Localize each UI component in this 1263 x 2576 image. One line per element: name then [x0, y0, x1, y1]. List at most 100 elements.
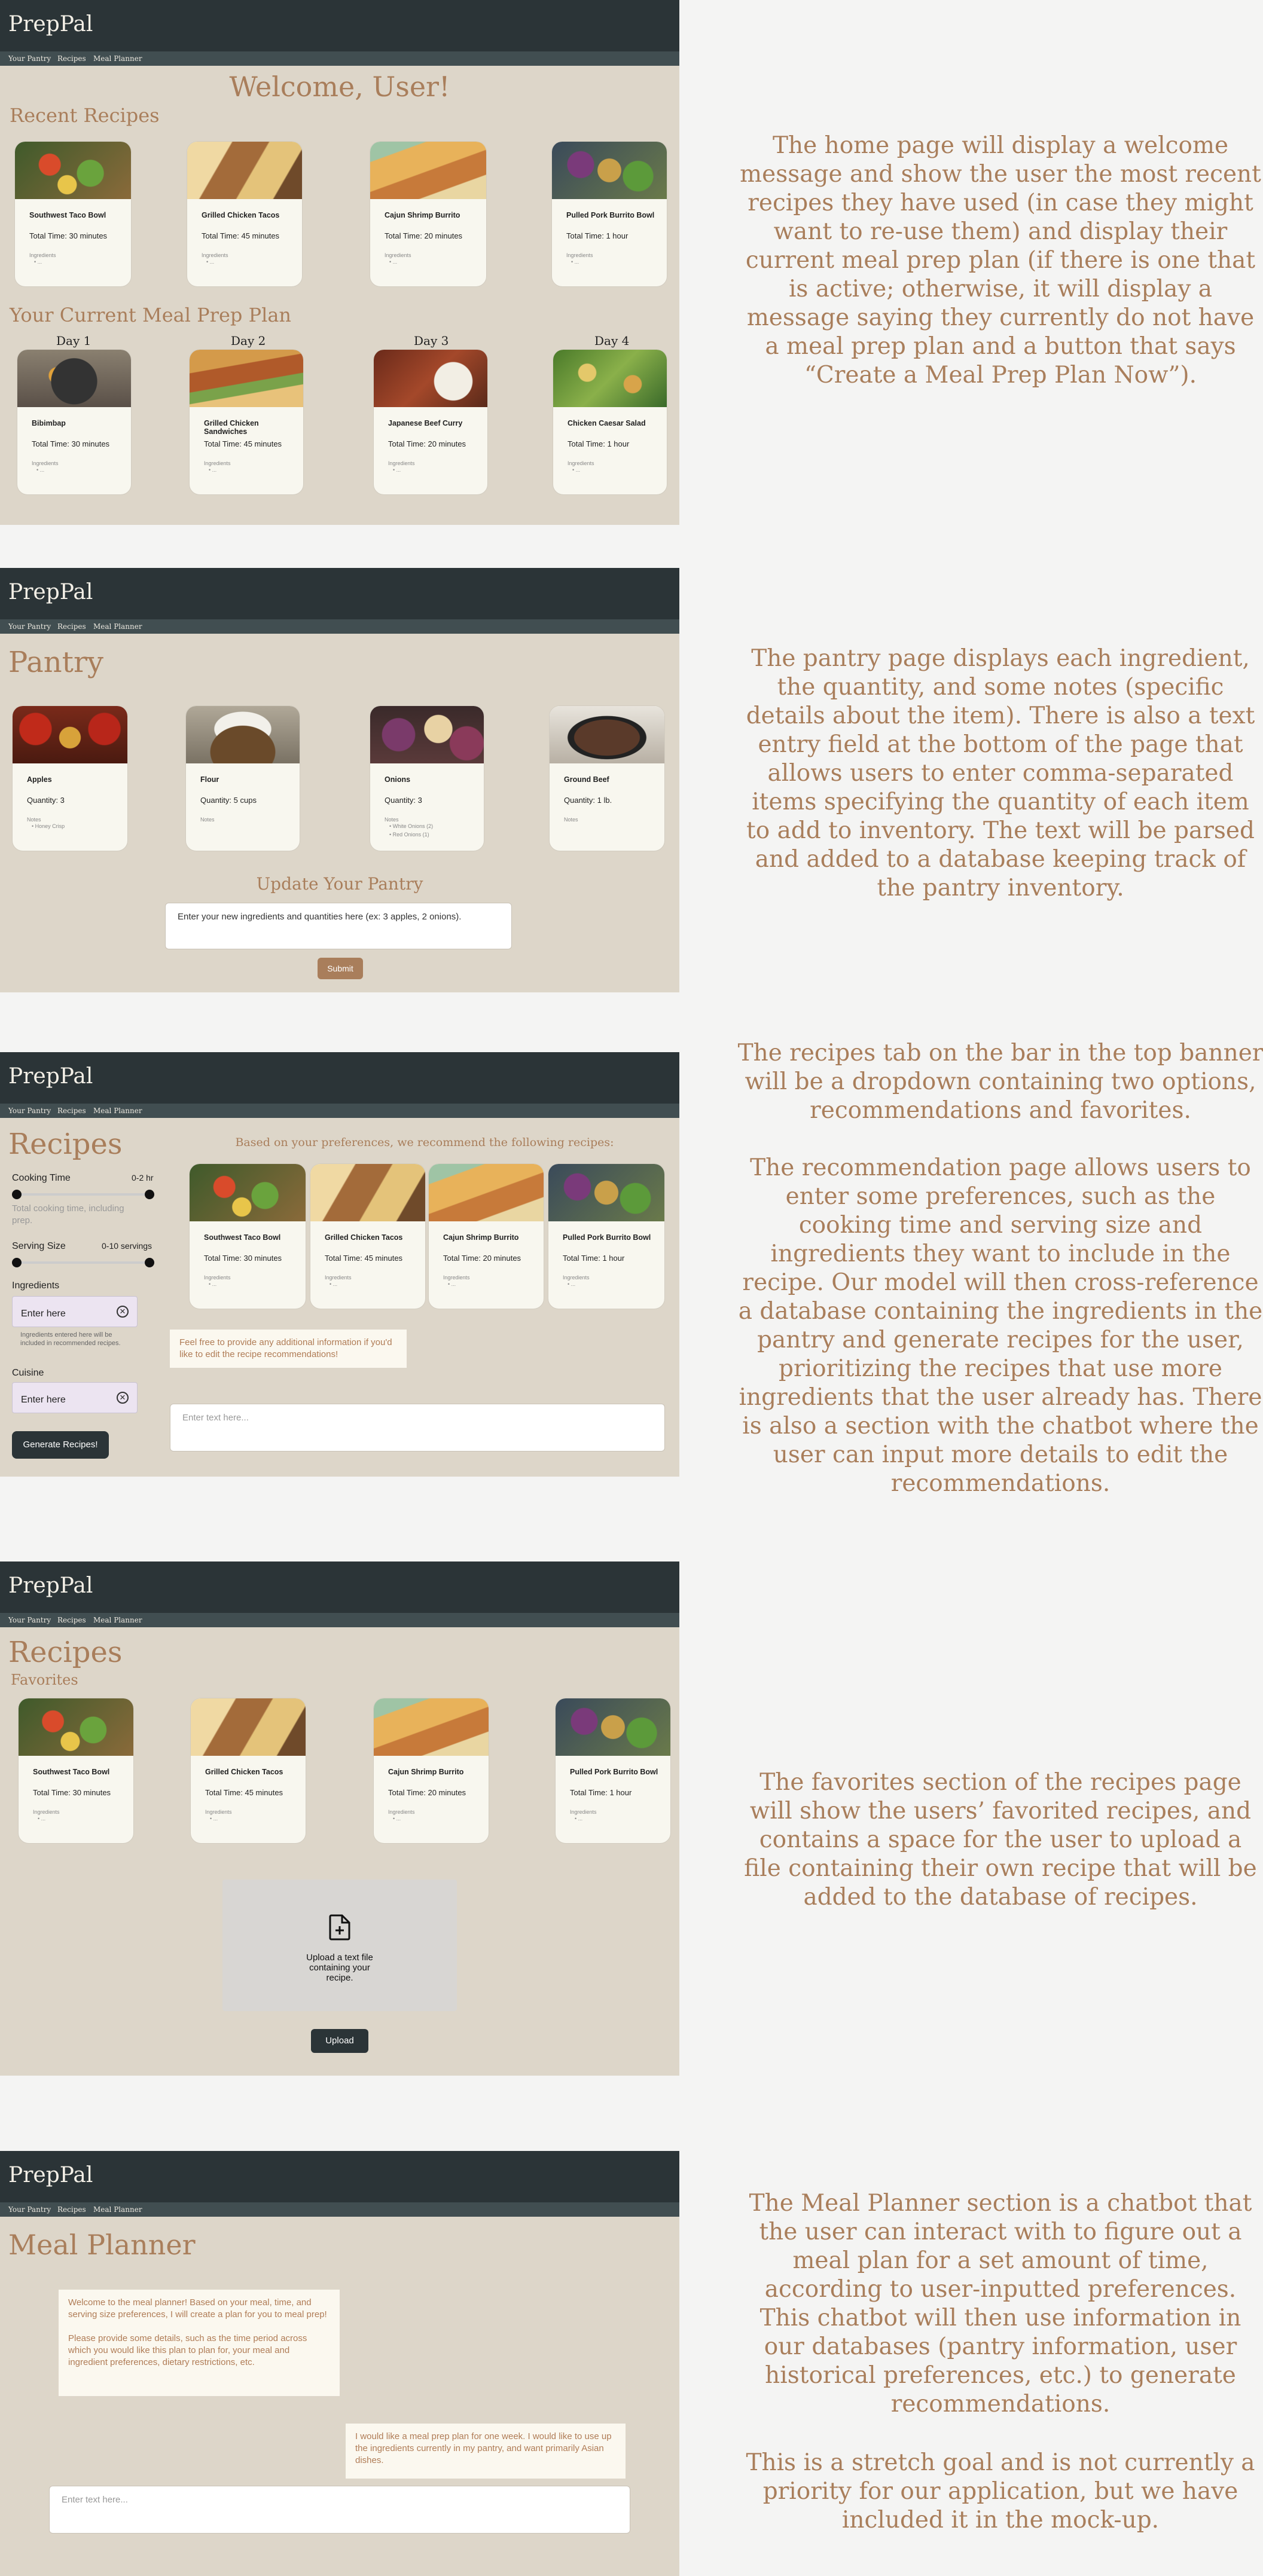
meal-plan-card[interactable]: Grilled Chicken Sandwiches Total Time: 4…	[189, 349, 304, 495]
app-logo[interactable]: PrepPal	[8, 1064, 93, 1089]
upload-button[interactable]: Upload	[311, 2029, 368, 2053]
favorites-panel: PrepPal Your Pantry Recipes Meal Planner…	[0, 1562, 679, 2076]
notes-label: Notes	[200, 817, 215, 823]
nav-recipes[interactable]: Recipes	[57, 2205, 86, 2214]
slider-min-knob[interactable]	[12, 1258, 22, 1267]
ingredients-placeholder: • ...	[209, 1281, 217, 1287]
item-name: Apples	[27, 775, 52, 784]
app-logo[interactable]: PrepPal	[8, 12, 93, 36]
note-item: • White Onions (2)	[389, 823, 434, 829]
nav-your-pantry[interactable]: Your Pantry	[8, 1616, 51, 1624]
recipe-photo	[374, 350, 487, 407]
pantry-item-card[interactable]: Flour Quantity: 5 cups Notes	[185, 705, 300, 851]
recipe-time: Total Time: 20 minutes	[443, 1254, 521, 1263]
ingredients-label: Ingredients	[325, 1275, 352, 1281]
recipe-photo	[190, 350, 303, 407]
recipe-card[interactable]: Cajun Shrimp Burrito Total Time: 20 minu…	[370, 141, 487, 287]
pantry-item-card[interactable]: Onions Quantity: 3 Notes • White Onions …	[370, 705, 484, 851]
ingredients-label: Ingredients	[204, 460, 231, 466]
recipe-photo	[374, 1698, 489, 1756]
app-header: PrepPal	[0, 568, 679, 619]
ingredients-label: Ingredients	[202, 252, 228, 258]
nav-recipes[interactable]: Recipes	[57, 622, 86, 631]
ingredients-placeholder: • ...	[38, 1816, 46, 1822]
upload-instructions: Upload a text file containing your recip…	[306, 1952, 373, 1983]
submit-button[interactable]: Submit	[318, 958, 363, 979]
recipe-card[interactable]: Pulled Pork Burrito Bowl Total Time: 1 h…	[555, 1698, 671, 1844]
item-quantity: Quantity: 1 lb.	[564, 796, 612, 805]
meal-plan-card[interactable]: Japanese Beef Curry Total Time: 20 minut…	[373, 349, 488, 495]
nav-meal-planner[interactable]: Meal Planner	[93, 2205, 142, 2214]
recipe-card[interactable]: Pulled Pork Burrito Bowl Total Time: 1 h…	[548, 1163, 665, 1309]
recipe-photo	[552, 142, 667, 199]
nav-meal-planner[interactable]: Meal Planner	[93, 622, 142, 631]
recipe-photo	[190, 1164, 306, 1221]
recipe-card[interactable]: Pulled Pork Burrito Bowl Total Time: 1 h…	[551, 141, 667, 287]
ingredients-input[interactable]: Enter here ✕	[12, 1296, 138, 1327]
pantry-item-card[interactable]: Apples Quantity: 3 Notes • Honey Crisp	[12, 705, 128, 851]
favorites-description: The favorites section of the recipes pag…	[744, 1769, 1257, 1911]
slider-max-knob[interactable]	[145, 1190, 154, 1199]
note-item: • Red Onions (1)	[389, 832, 429, 838]
serving-size-slider[interactable]	[12, 1258, 154, 1267]
ingredients-label: Ingredients	[566, 252, 593, 258]
nav-meal-planner[interactable]: Meal Planner	[93, 1616, 142, 1624]
slider-min-knob[interactable]	[12, 1190, 22, 1199]
nav-recipes[interactable]: Recipes	[57, 1616, 86, 1624]
recipe-card[interactable]: Southwest Taco Bowl Total Time: 30 minut…	[18, 1698, 134, 1844]
pantry-description: The pantry page displays each ingredient…	[746, 645, 1255, 902]
recipe-card[interactable]: Southwest Taco Bowl Total Time: 30 minut…	[14, 141, 132, 287]
clear-icon[interactable]: ✕	[117, 1306, 129, 1318]
recipe-time: Total Time: 20 minutes	[388, 1788, 466, 1797]
ingredients-placeholder: • ...	[34, 259, 42, 265]
meal-plan-card[interactable]: Chicken Caesar Salad Total Time: 1 hour …	[553, 349, 667, 495]
home-description: The home page will display a welcome mes…	[740, 132, 1261, 389]
meal-planner-description: The Meal Planner section is a chatbot th…	[749, 2190, 1252, 2418]
nav-meal-planner[interactable]: Meal Planner	[93, 54, 142, 63]
nav-your-pantry[interactable]: Your Pantry	[8, 2205, 51, 2214]
clear-icon[interactable]: ✕	[117, 1392, 129, 1404]
app-logo[interactable]: PrepPal	[8, 580, 93, 604]
nav-your-pantry[interactable]: Your Pantry	[8, 622, 51, 631]
recipe-photo	[310, 1164, 425, 1221]
ingredients-label: Ingredients	[443, 1275, 470, 1281]
nav-recipes[interactable]: Recipes	[57, 1107, 86, 1115]
item-name: Flour	[200, 775, 219, 784]
chatbot-details-text: Please provide some details, such as the…	[68, 2333, 307, 2367]
nav-recipes[interactable]: Recipes	[57, 54, 86, 63]
recipes-title: Recipes	[8, 1127, 123, 1161]
recipe-card[interactable]: Grilled Chicken Tacos Total Time: 45 min…	[187, 141, 303, 287]
serving-size-label: Serving Size	[12, 1241, 66, 1251]
recipe-card[interactable]: Cajun Shrimp Burrito Total Time: 20 minu…	[428, 1163, 544, 1309]
recipe-name: Bibimbap	[32, 419, 66, 427]
item-quantity: Quantity: 5 cups	[200, 796, 257, 805]
app-logo[interactable]: PrepPal	[8, 1573, 93, 1598]
chat-input[interactable]: Enter text here...	[170, 1404, 665, 1452]
favorites-subtitle: Favorites	[11, 1672, 78, 1688]
recipe-card[interactable]: Cajun Shrimp Burrito Total Time: 20 minu…	[373, 1698, 489, 1844]
pantry-input[interactable]: Enter your new ingredients and quantitie…	[165, 903, 512, 949]
nav-meal-planner[interactable]: Meal Planner	[93, 1107, 142, 1115]
cuisine-input[interactable]: Enter here ✕	[12, 1382, 138, 1413]
recipe-card[interactable]: Grilled Chicken Tacos Total Time: 45 min…	[190, 1698, 306, 1844]
nav-your-pantry[interactable]: Your Pantry	[8, 1107, 51, 1115]
nav-your-pantry[interactable]: Your Pantry	[8, 54, 51, 63]
cooking-time-slider[interactable]	[12, 1190, 154, 1199]
recipe-card[interactable]: Southwest Taco Bowl Total Time: 30 minut…	[189, 1163, 306, 1309]
app-logo[interactable]: PrepPal	[8, 2163, 93, 2187]
notes-label: Notes	[27, 817, 41, 823]
pantry-item-card[interactable]: Ground Beef Quantity: 1 lb. Notes	[549, 705, 665, 851]
ingredients-label: Ingredients	[205, 1809, 232, 1815]
recipe-photo	[556, 1698, 670, 1756]
upload-dropzone[interactable]: Upload a text file containing your recip…	[222, 1880, 457, 2011]
meal-plan-card[interactable]: Bibimbap Total Time: 30 minutes Ingredie…	[17, 349, 132, 495]
chat-input[interactable]: Enter text here...	[49, 2486, 630, 2534]
note-item: • Honey Crisp	[32, 823, 65, 829]
ingredients-placeholder: • ...	[206, 259, 215, 265]
recipe-name: Cajun Shrimp Burrito	[443, 1233, 519, 1242]
user-message: I would like a meal prep plan for one we…	[346, 2424, 626, 2479]
recipe-card[interactable]: Grilled Chicken Tacos Total Time: 45 min…	[310, 1163, 426, 1309]
generate-recipes-button[interactable]: Generate Recipes!	[12, 1431, 109, 1459]
cuisine-label: Cuisine	[12, 1368, 44, 1378]
slider-max-knob[interactable]	[145, 1258, 154, 1267]
